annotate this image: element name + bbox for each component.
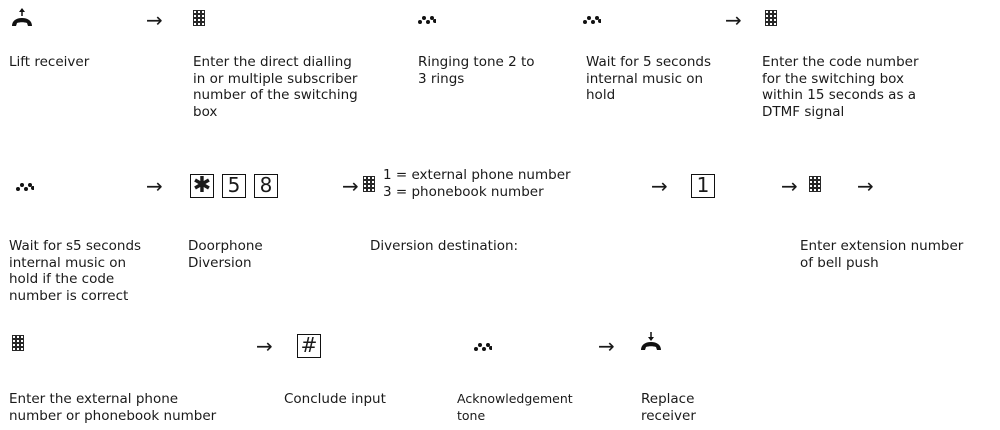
key-1: 1 <box>691 174 715 198</box>
key-5: 5 <box>222 174 246 198</box>
caption-conclude: Conclude input <box>284 391 386 407</box>
caption-acknowledgement: Acknowledgement tone <box>457 391 573 423</box>
keypad-icon <box>363 176 375 192</box>
option-external: 1 = external phone number <box>383 167 571 183</box>
keypad-icon <box>809 176 821 192</box>
handset-replace-icon <box>639 330 663 352</box>
flow-arrow: → <box>725 8 742 32</box>
flow-arrow: → <box>256 334 273 358</box>
caption-wait-music: Wait for 5 seconds internal music on hol… <box>586 54 712 103</box>
tone-icon <box>474 342 492 352</box>
flow-arrow: → <box>146 8 163 32</box>
flow-arrow: → <box>781 174 798 198</box>
flow-arrow: → <box>857 174 874 198</box>
tone-icon <box>583 15 601 25</box>
flow-arrow: → <box>651 174 668 198</box>
caption-extension: Enter extension number of bell push <box>800 238 964 271</box>
key-hash: # <box>297 334 321 358</box>
keypad-icon <box>193 10 205 26</box>
flow-arrow: → <box>146 174 163 198</box>
key-8: 8 <box>254 174 278 198</box>
caption-ringing-tone: Ringing tone 2 to 3 rings <box>418 54 535 87</box>
caption-wait-correct: Wait for s5 seconds internal music on ho… <box>9 238 142 304</box>
caption-doorphone: Doorphone Diversion <box>188 238 263 271</box>
tone-icon <box>16 182 34 192</box>
caption-replace: Replace receiver <box>641 391 696 424</box>
flow-arrow: → <box>598 334 615 358</box>
caption-enter-code: Enter the code number for the switching … <box>762 54 919 120</box>
handset-lift-icon <box>10 6 34 28</box>
caption-lift-receiver: Lift receiver <box>9 54 90 70</box>
caption-destination: Diversion destination: <box>370 238 519 254</box>
caption-enter-dialling: Enter the direct dialling in or multiple… <box>193 54 358 120</box>
tone-icon <box>418 15 436 25</box>
option-phonebook: 3 = phonebook number <box>383 184 544 200</box>
keypad-icon <box>12 335 24 351</box>
flow-arrow: → <box>342 174 359 198</box>
keypad-icon <box>765 10 777 26</box>
caption-external-number: Enter the external phone number or phone… <box>9 391 217 424</box>
key-star: ✱ <box>190 174 214 198</box>
